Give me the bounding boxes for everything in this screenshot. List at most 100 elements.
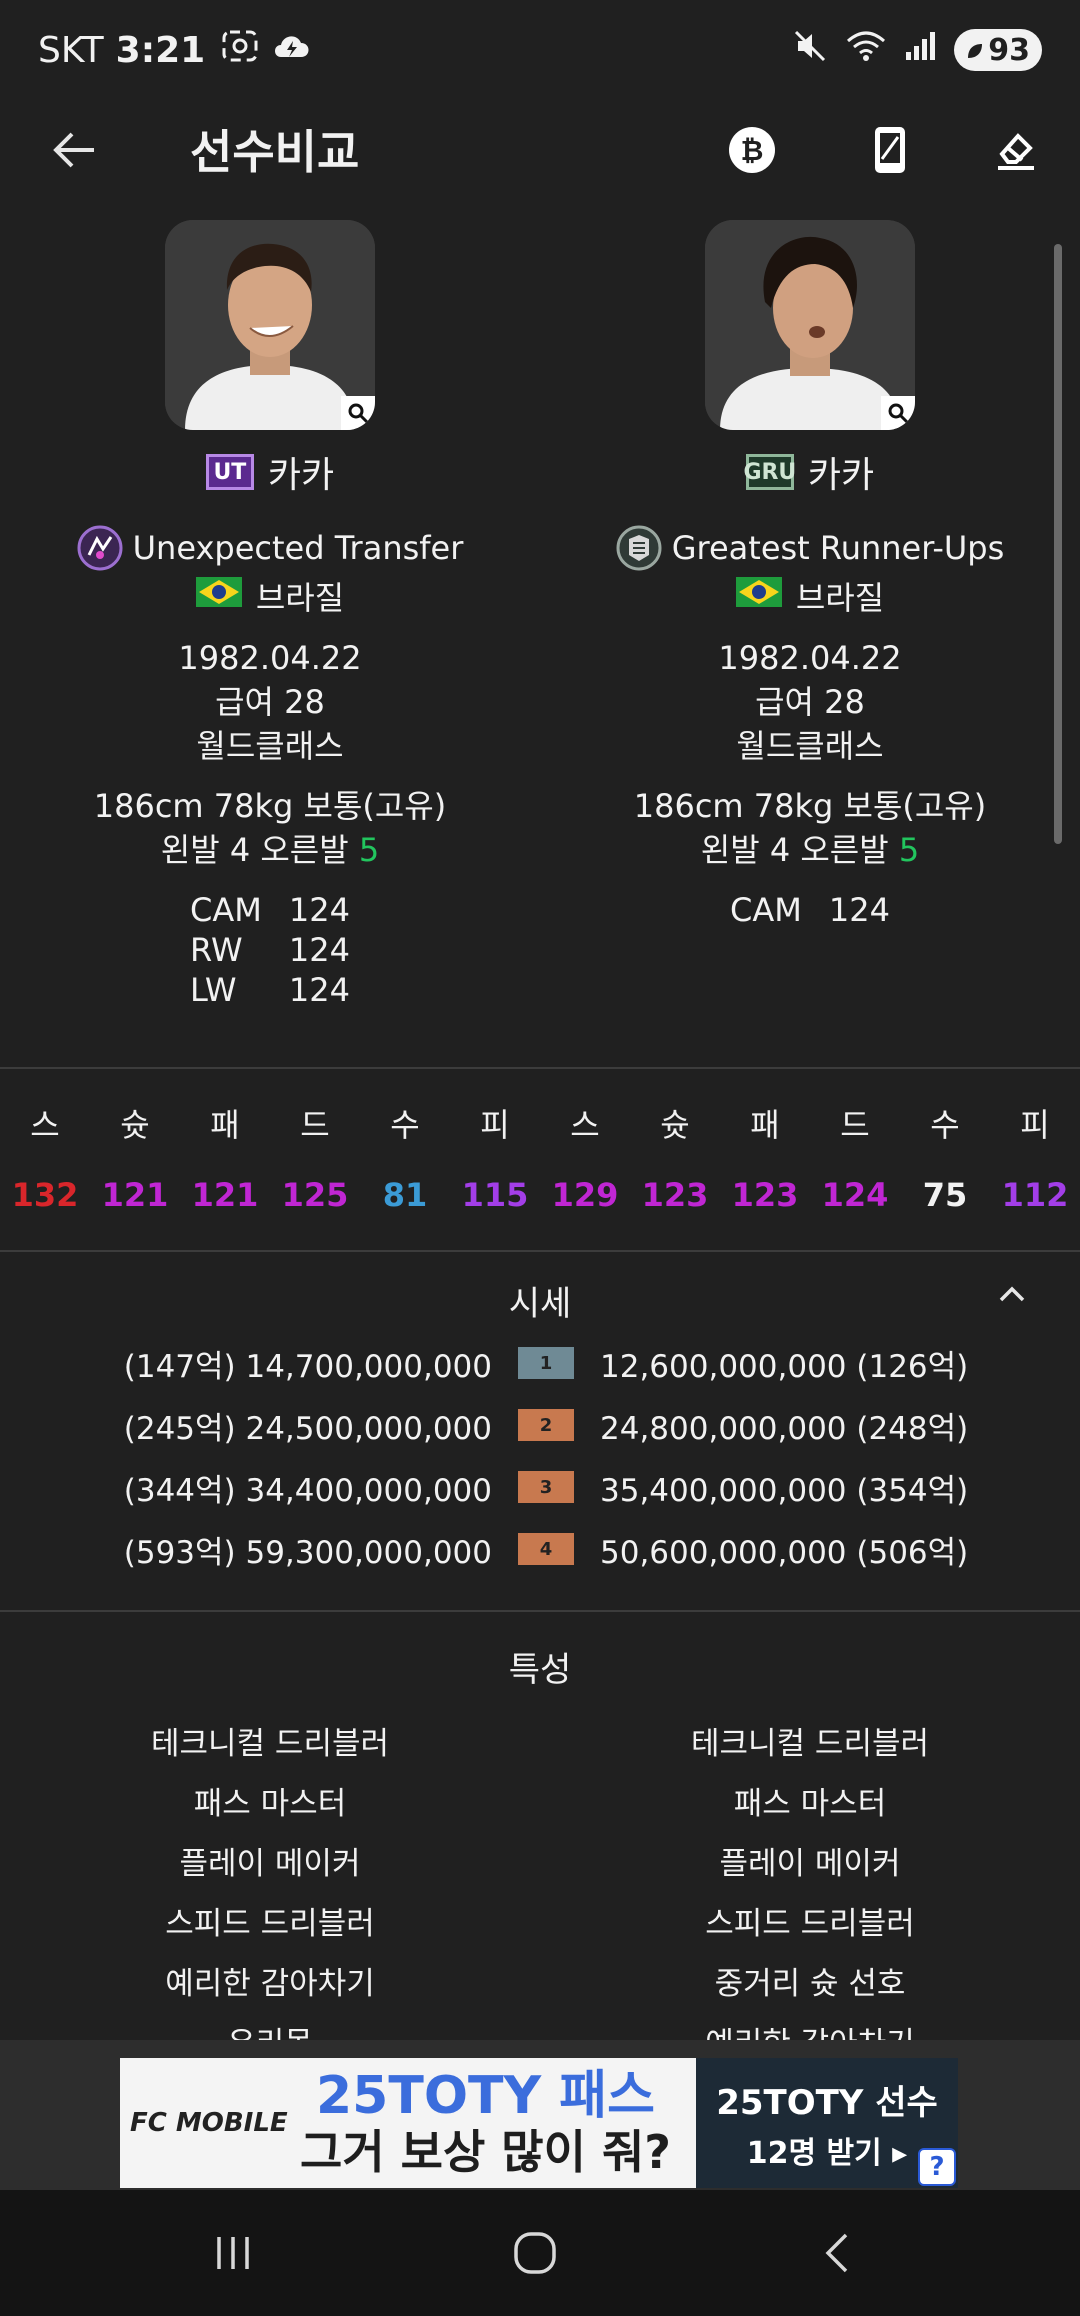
- collapse-button[interactable]: [990, 1272, 1034, 1316]
- svg-text:₿: ₿: [741, 134, 764, 167]
- position-ovr: 124: [288, 931, 350, 969]
- battery-indicator: 93: [954, 29, 1042, 71]
- price-left: (593억) 59,300,000,000: [123, 1534, 492, 1571]
- price-row: (147억) 14,700,000,000 1 12,600,000,000 (…: [0, 1338, 1080, 1388]
- stat-label: 피: [1020, 1106, 1050, 1144]
- position-ratings: CAM 124 RW 124 LW 124: [190, 890, 350, 1010]
- zoom-button[interactable]: [881, 396, 915, 430]
- traits-left: 테크니컬 드리블러 패스 마스터 플레이 메이커 스피드 드리블러 예리한 감아…: [0, 1722, 540, 2040]
- nation-name: 브라질: [255, 579, 345, 617]
- zoom-button[interactable]: [341, 396, 375, 430]
- season-badge: UT: [205, 454, 254, 490]
- magnifier-icon: [348, 403, 369, 424]
- section-title: 시세: [508, 1284, 572, 1324]
- position-ovr: 124: [828, 891, 890, 929]
- back-button[interactable]: [46, 122, 102, 178]
- trait-item: 플레이 메이커: [719, 1846, 901, 1882]
- stat-label: 스: [570, 1106, 600, 1144]
- player-name-row: GRU 카카: [540, 444, 1080, 500]
- traits-section: 특성 테크니컬 드리블러 패스 마스터 플레이 메이커 스피드 드리블러 예리한…: [0, 1612, 1080, 2040]
- stat-label: 수: [930, 1106, 960, 1144]
- phone-button[interactable]: [862, 122, 918, 178]
- home-button[interactable]: [505, 2223, 565, 2283]
- season-name: Greatest Runner-Ups: [671, 529, 1005, 567]
- player-card-right: GRU 카카 Greatest Runner-Ups 브라질 1982.04.2…: [540, 220, 1080, 930]
- stat-value: 125: [281, 1176, 349, 1214]
- nation-row: 브라질: [540, 574, 1080, 618]
- chevron-up-icon: [999, 1286, 1025, 1302]
- grade-badge: 1: [518, 1347, 574, 1379]
- status-bar: SKT 3:21 93: [0, 0, 1080, 100]
- season-badge: GRU: [743, 454, 796, 490]
- player-name: 카카: [267, 455, 335, 496]
- price-left: (344억) 34,400,000,000: [123, 1472, 492, 1509]
- nation-row: 브라질: [0, 574, 540, 618]
- season-emblem-icon: [77, 525, 123, 571]
- chevron-left-icon: [825, 2233, 848, 2273]
- stat-value: 115: [461, 1176, 529, 1214]
- stats-comparison: 스 슛 패 드 수 피 스 슛 패 드 수 피 132 121 121 125 …: [0, 1100, 1080, 1220]
- stat-label: 피: [480, 1106, 510, 1144]
- stat-label: 패: [750, 1106, 780, 1144]
- position-name: LW: [190, 971, 237, 1009]
- trait-item: 스피드 드리블러: [165, 1906, 375, 1942]
- player-card-left: UT 카카 Unexpected Transfer 브라질 1982.04.22…: [0, 220, 540, 1010]
- position-name: RW: [190, 931, 243, 969]
- arrow-left-icon: [53, 132, 94, 168]
- leaf-icon: [966, 33, 984, 68]
- price-left: (147억) 14,700,000,000: [123, 1348, 492, 1385]
- stat-label: 드: [300, 1106, 330, 1144]
- cloud-icon: [271, 29, 313, 72]
- salary: 급여 28: [755, 683, 865, 721]
- position-name: CAM: [190, 891, 262, 929]
- trait-item: 테크니컬 드리블러: [690, 1726, 929, 1762]
- carrier-label: SKT: [38, 29, 104, 71]
- divider: [0, 1067, 1080, 1069]
- player-name-row: UT 카카: [0, 444, 540, 500]
- price-row: (245억) 24,500,000,000 2 24,800,000,000 (…: [0, 1400, 1080, 1450]
- body-info: 186cm 78kg 보통(고유): [93, 787, 447, 825]
- stat-labels-row: 스 슛 패 드 수 피 스 슛 패 드 수 피: [0, 1100, 1080, 1150]
- ad-banner[interactable]: FC MOBILE 25TOTY 패스 그거 보상 많이 줘? 25TOTY 선…: [120, 2058, 958, 2188]
- stat-value: 121: [101, 1176, 169, 1214]
- trait-item: 예리한 감아차기: [540, 2022, 1080, 2040]
- stat-value: 123: [731, 1176, 799, 1214]
- stat-value: 132: [11, 1176, 79, 1214]
- body-info: 186cm 78kg 보통(고유): [633, 787, 987, 825]
- season-row: Greatest Runner-Ups: [540, 522, 1080, 574]
- foot-text: 왼발 4 오른발: [160, 831, 359, 869]
- stat-values-row: 132 121 121 125 81 115 129 123 123 124 7…: [0, 1170, 1080, 1220]
- position-row: CAM 124: [190, 890, 350, 930]
- ad-help-icon[interactable]: ?: [918, 2148, 956, 2186]
- price-row: (593억) 59,300,000,000 4 50,600,000,000 (…: [0, 1524, 1080, 1574]
- stat-value: 75: [922, 1176, 968, 1214]
- stat-value: 121: [191, 1176, 259, 1214]
- player-photo[interactable]: [165, 220, 375, 430]
- foot-info: 왼발 4 오른발 5: [0, 828, 540, 872]
- home-icon: [514, 2232, 556, 2274]
- position-name: CAM: [730, 891, 802, 929]
- position-row: CAM 124: [730, 890, 890, 930]
- phone-icon: [875, 127, 905, 173]
- birth-date: 1982.04.22: [718, 639, 902, 677]
- stat-value: 124: [821, 1176, 889, 1214]
- strong-foot-value: 5: [898, 831, 920, 869]
- system-nav-bar: [0, 2190, 1080, 2316]
- price-right: 24,800,000,000 (248억): [600, 1410, 969, 1447]
- ad-cta-title: 25TOTY 선수: [716, 2082, 938, 2123]
- scrollbar[interactable]: [1054, 244, 1062, 844]
- coin-button[interactable]: ₿: [724, 122, 780, 178]
- eraser-button[interactable]: [988, 122, 1044, 178]
- ad-cta-button[interactable]: 12명 받기 ▸: [747, 2128, 908, 2172]
- back-nav-button[interactable]: [808, 2223, 868, 2283]
- stat-label: 슛: [120, 1106, 150, 1144]
- recent-apps-button[interactable]: [203, 2223, 263, 2283]
- stat-label: 패: [210, 1106, 240, 1144]
- ad-left-panel: FC MOBILE 25TOTY 패스 그거 보상 많이 줘?: [120, 2058, 696, 2188]
- page-title: 선수비교: [190, 125, 360, 179]
- stat-value: 81: [382, 1176, 428, 1214]
- player-photo[interactable]: [705, 220, 915, 430]
- price-right: 35,400,000,000 (354억): [600, 1472, 969, 1509]
- position-row: RW 124: [190, 930, 350, 970]
- season-name: Unexpected Transfer: [132, 529, 464, 567]
